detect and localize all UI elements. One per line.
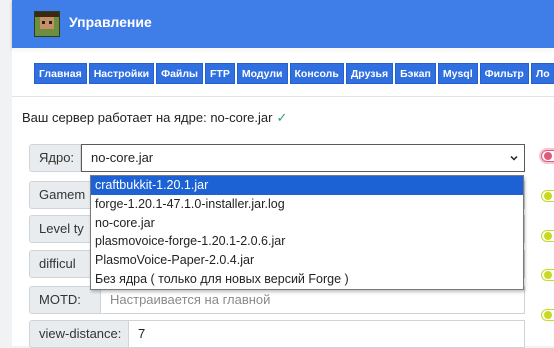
tab-logs[interactable]: Ло (530, 63, 554, 84)
page-title: Управление (69, 14, 152, 30)
toggle-switch[interactable] (541, 269, 554, 281)
motd-label: MOTD: (29, 286, 101, 314)
tab-mysql[interactable]: Mysql (437, 63, 478, 84)
view-distance-label: view-distance: (29, 320, 129, 348)
core-dropdown-list: craftbukkit-1.20.1.jar forge-1.20.1-47.1… (90, 175, 524, 290)
gamemode-label: Gamem (29, 181, 91, 209)
server-core-status: Ваш сервер работает на ядре: no-core.jar… (22, 110, 287, 126)
dropdown-option[interactable]: Без ядра ( только для новых версий Forge… (91, 270, 523, 289)
dropdown-option[interactable]: craftbukkit-1.20.1.jar (91, 176, 523, 195)
view-distance-input[interactable]: 7 (129, 320, 525, 348)
difficulty-label: difficul (29, 250, 91, 278)
dropdown-option[interactable]: no-core.jar (91, 214, 523, 233)
toggle-switch[interactable] (541, 150, 554, 162)
level-type-label: Level ty (29, 215, 91, 243)
core-select-value: no-core.jar (91, 150, 154, 165)
check-icon: ✓ (276, 110, 288, 125)
nav-tabs-bar: Главная Настройки Файлы FTP Модули Консо… (12, 52, 554, 97)
tab-modules[interactable]: Модули (236, 63, 288, 84)
tab-ftp[interactable]: FTP (205, 63, 235, 84)
dropdown-option[interactable]: plasmovoice-forge-1.20.1-2.0.6.jar (91, 232, 523, 251)
toggle-switch[interactable] (541, 309, 554, 321)
core-label: Ядро: (29, 144, 81, 172)
tab-files[interactable]: Файлы (156, 63, 204, 84)
toggle-switch[interactable] (541, 230, 554, 242)
motd-input[interactable]: Настраивается на главной (101, 286, 525, 314)
minecraft-avatar-icon (34, 11, 60, 37)
core-select[interactable]: no-core.jar (81, 144, 525, 172)
tab-console[interactable]: Консоль (289, 63, 344, 84)
status-text: Ваш сервер работает на ядре: no-core.jar (22, 110, 273, 125)
motd-placeholder: Настраивается на главной (110, 292, 271, 307)
dropdown-option[interactable]: forge-1.20.1-47.1.0-installer.jar.log (91, 195, 523, 214)
tab-main[interactable]: Главная (34, 63, 87, 84)
tab-backup[interactable]: Бэкап (395, 63, 436, 84)
dropdown-option[interactable]: PlasmoVoice-Paper-2.0.4.jar (91, 251, 523, 270)
tab-settings[interactable]: Настройки (88, 63, 155, 84)
nav-tabs: Главная Настройки Файлы FTP Модули Консо… (34, 63, 554, 84)
view-distance-value: 7 (138, 326, 146, 341)
tab-friends[interactable]: Друзья (345, 63, 394, 84)
chevron-down-icon (510, 155, 518, 161)
toggle-switch[interactable] (541, 190, 554, 202)
app-header: Управление (12, 0, 554, 48)
tab-filter[interactable]: Фильтр (479, 63, 529, 84)
